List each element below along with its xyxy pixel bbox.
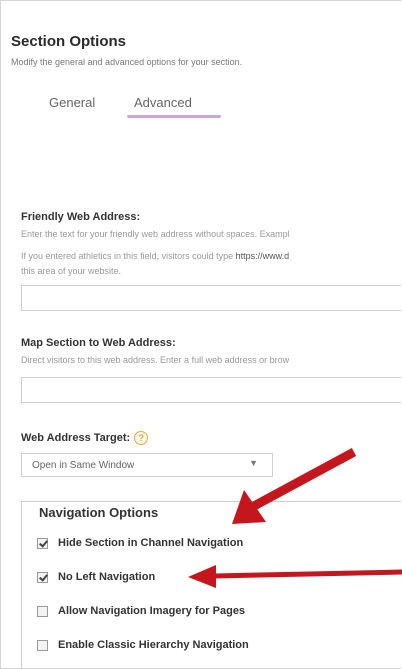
target-selected-value: Open in Same Window <box>32 460 135 471</box>
target-select[interactable]: Open in Same Window ▼ <box>21 453 273 477</box>
help-icon[interactable]: ? <box>134 431 149 445</box>
map-address-label: Map Section to Web Address: <box>21 337 176 349</box>
checkbox-classic-hierarchy[interactable] <box>37 639 48 651</box>
option-label: Enable Classic Hierarchy Navigation <box>58 639 249 651</box>
navigation-options-legend: Navigation Options <box>37 505 161 520</box>
option-nav-imagery[interactable]: Allow Navigation Imagery for Pages <box>37 603 245 619</box>
friendly-address-example-cont: this area of your website. <box>21 266 122 276</box>
chevron-down-icon: ▼ <box>249 458 258 468</box>
friendly-address-help: Enter the text for your friendly web add… <box>21 229 290 239</box>
page-title: Section Options <box>11 33 127 50</box>
option-classic-hierarchy[interactable]: Enable Classic Hierarchy Navigation <box>37 637 249 653</box>
checkbox-nav-imagery[interactable] <box>37 605 48 617</box>
section-options-panel: Section Options Modify the general and a… <box>0 0 401 669</box>
page-subtitle: Modify the general and advanced options … <box>11 57 243 67</box>
map-address-help: Direct visitors to this web address. Ent… <box>21 355 290 365</box>
friendly-address-label: Friendly Web Address: <box>21 211 141 223</box>
checkbox-hide-channel-nav[interactable] <box>37 537 48 549</box>
tab-advanced[interactable]: Advanced <box>134 95 192 110</box>
option-label: Allow Navigation Imagery for Pages <box>58 605 246 617</box>
map-address-input[interactable] <box>21 377 401 403</box>
target-label: Web Address Target:? <box>21 431 149 445</box>
option-label: Hide Section in Channel Navigation <box>58 537 244 549</box>
tab-general[interactable]: General <box>49 95 95 110</box>
active-tab-indicator <box>127 115 221 118</box>
option-no-left-nav[interactable]: No Left Navigation <box>37 569 155 585</box>
friendly-address-example: If you entered athletics in this field, … <box>21 251 290 261</box>
checkbox-no-left-nav[interactable] <box>37 571 48 583</box>
option-hide-channel-nav[interactable]: Hide Section in Channel Navigation <box>37 535 243 551</box>
option-label: No Left Navigation <box>58 571 156 583</box>
friendly-address-input[interactable] <box>21 285 401 311</box>
